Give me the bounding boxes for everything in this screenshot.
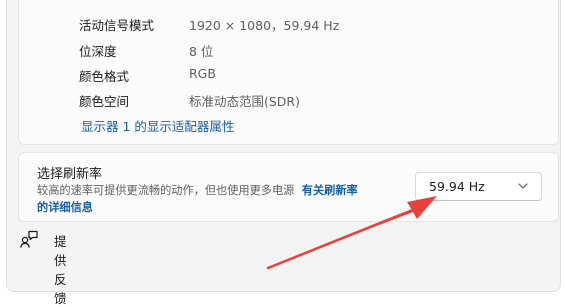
- refresh-rate-description: 较高的速率可提供更流畅的动作，但也使用更多电源: [37, 184, 295, 197]
- feedback-label: 提供反馈: [54, 234, 67, 306]
- feedback-icon: [20, 230, 38, 248]
- more-info-link-line1[interactable]: 有关刷新率: [302, 184, 358, 197]
- info-label-color-format: 颜色格式: [79, 69, 130, 84]
- display-info-card: 活动信号模式 1920 × 1080，59.94 Hz 位深度 8 位 颜色格式…: [18, 0, 559, 145]
- refresh-rate-dropdown[interactable]: 59.94 Hz: [415, 172, 542, 201]
- refresh-rate-selected-value: 59.94 Hz: [429, 179, 485, 194]
- refresh-rate-title: 选择刷新率: [37, 167, 103, 182]
- display-adapter-properties-link[interactable]: 显示器 1 的显示适配器属性: [81, 116, 234, 135]
- info-label-color-space: 颜色空间: [79, 94, 130, 109]
- refresh-rate-description-block: 较高的速率可提供更流畅的动作，但也使用更多电源 有关刷新率的详细信息: [37, 182, 407, 216]
- info-value-signal-mode: 1920 × 1080，59.94 Hz: [189, 18, 340, 33]
- info-value-bit-depth: 8 位: [189, 44, 214, 59]
- chevron-down-icon: [518, 183, 528, 189]
- more-info-link-line2[interactable]: 的详细信息: [37, 201, 93, 214]
- info-value-color-format: RGB: [189, 66, 216, 81]
- info-label-signal-mode: 活动信号模式: [79, 18, 155, 33]
- refresh-rate-card: 选择刷新率 较高的速率可提供更流畅的动作，但也使用更多电源 有关刷新率的详细信息…: [18, 152, 559, 222]
- info-value-color-space: 标准动态范围(SDR): [189, 94, 300, 109]
- info-label-bit-depth: 位深度: [79, 44, 117, 59]
